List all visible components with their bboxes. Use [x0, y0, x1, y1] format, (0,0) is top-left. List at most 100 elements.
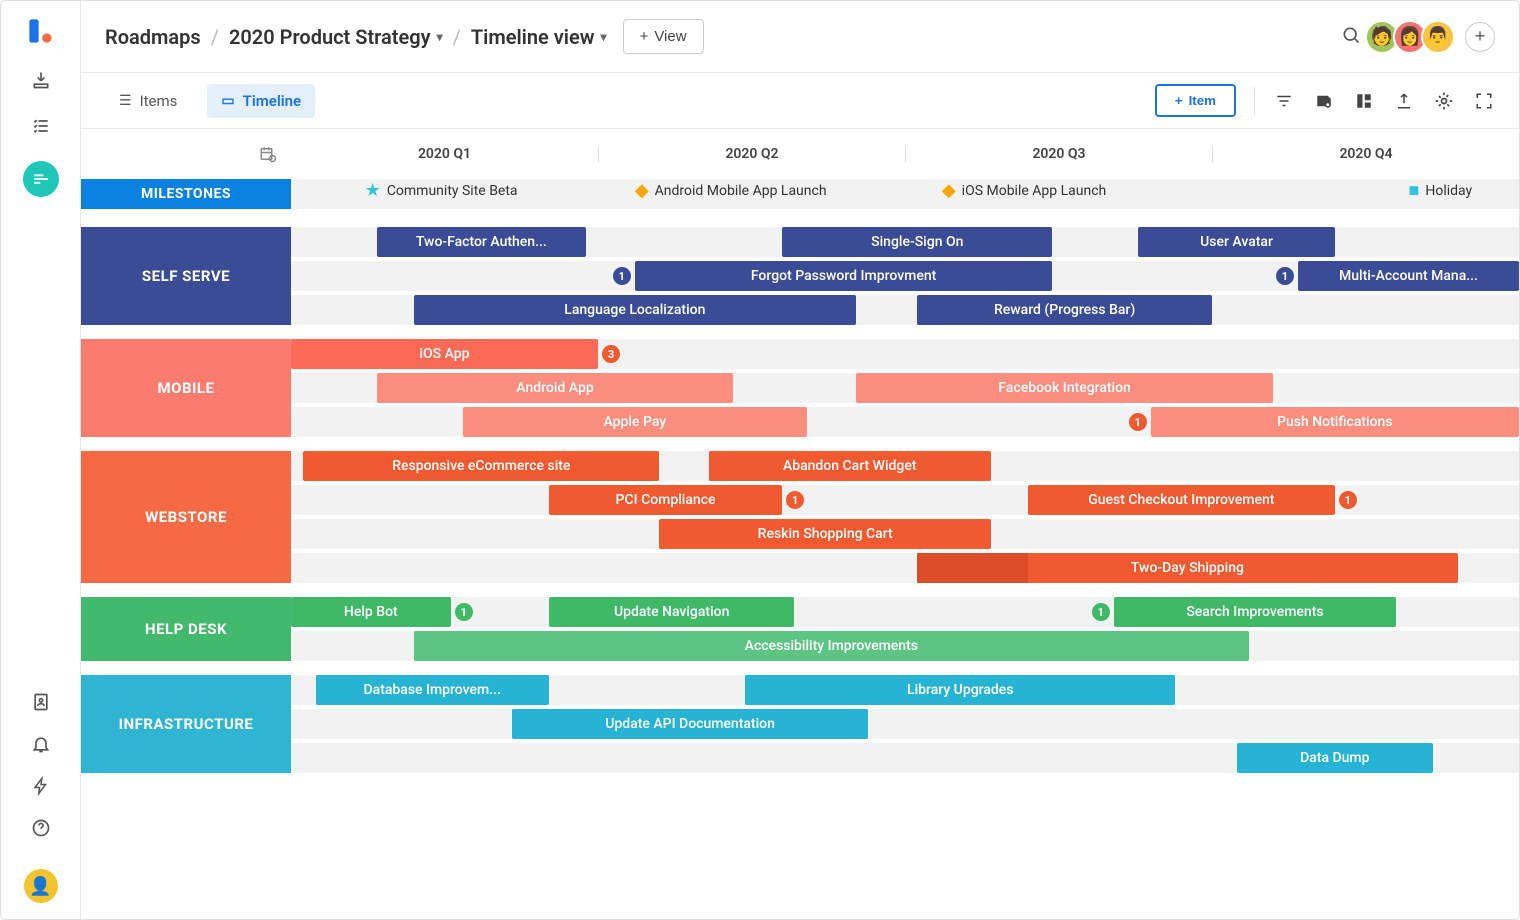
fullscreen-icon[interactable]: [1473, 92, 1495, 110]
timeline-row[interactable]: Data Dump: [291, 743, 1519, 773]
export-icon[interactable]: [1393, 92, 1415, 110]
timeline: 2020 Q12020 Q22020 Q32020 Q4 MILESTONES …: [81, 129, 1519, 773]
dependency-badge[interactable]: 1: [1129, 413, 1147, 431]
collaborator-avatars[interactable]: 🧑 👩 👨: [1371, 20, 1455, 54]
main-panel: Roadmaps / 2020 Product Strategy▾ / Time…: [81, 1, 1519, 919]
timeline-bar[interactable]: Push Notifications: [1151, 407, 1519, 437]
timeline-row[interactable]: Accessibility Improvements: [291, 631, 1519, 661]
breadcrumb-root[interactable]: Roadmaps: [105, 25, 201, 49]
swimlane-label: WEBSTORE: [81, 451, 291, 583]
milestone[interactable]: ◆iOS Mobile App Launch: [942, 182, 1106, 200]
timeline-row[interactable]: iOS App3: [291, 339, 1519, 369]
roadmap-icon[interactable]: [23, 161, 59, 197]
breadcrumb-separator: /: [453, 25, 461, 49]
timeline-row[interactable]: Forgot Password Improvment1Multi-Account…: [291, 261, 1519, 291]
milestone[interactable]: ★Community Site Beta: [365, 182, 518, 200]
timeline-bar[interactable]: Two-Factor Authen...: [377, 227, 586, 257]
breadcrumb-view[interactable]: Timeline view▾: [471, 25, 607, 49]
dependency-badge[interactable]: 1: [455, 603, 473, 621]
timeline-bar[interactable]: Forgot Password Improvment: [635, 261, 1053, 291]
timeline-row[interactable]: Two-Day Shipping: [291, 553, 1519, 583]
timeline-bar[interactable]: Library Upgrades: [745, 675, 1175, 705]
swimlane-body[interactable]: iOS App3Android AppFacebook IntegrationA…: [291, 339, 1519, 437]
tasks-icon[interactable]: [30, 115, 52, 137]
add-collaborator-button[interactable]: +: [1465, 22, 1495, 52]
timeline-bar[interactable]: Search Improvements: [1114, 597, 1396, 627]
swimlane-body[interactable]: Help Bot1Update NavigationSearch Improve…: [291, 597, 1519, 661]
quarter-header: 2020 Q3: [905, 146, 1212, 162]
timeline-bar[interactable]: Reskin Shopping Cart: [659, 519, 991, 549]
swimlane-body[interactable]: Responsive eCommerce site Abandon Cart Wi…: [291, 451, 1519, 583]
view-toolbar: ☰Items ▭Timeline +Item: [81, 73, 1519, 129]
timeline-bar[interactable]: Update API Documentation: [512, 709, 868, 739]
filter-icon[interactable]: [1273, 92, 1295, 110]
timeline-row[interactable]: Apple Pay Push Notifications1: [291, 407, 1519, 437]
notifications-icon[interactable]: [30, 733, 52, 755]
timeline-bar[interactable]: Reward (Progress Bar): [917, 295, 1212, 325]
timeline-row[interactable]: Language Localization Reward (Progress Ba…: [291, 295, 1519, 325]
dependency-badge[interactable]: 1: [786, 491, 804, 509]
milestone[interactable]: ◆Android Mobile App Launch: [635, 182, 827, 200]
contacts-icon[interactable]: [30, 691, 52, 713]
search-icon[interactable]: [1341, 25, 1361, 49]
timeline-bar[interactable]: Update Navigation: [549, 597, 795, 627]
timeline-row[interactable]: Android App Facebook Integration: [291, 373, 1519, 403]
dependency-badge[interactable]: 1: [613, 267, 631, 285]
help-icon[interactable]: [30, 817, 52, 839]
timeline-bar[interactable]: Accessibility Improvements: [414, 631, 1249, 661]
milestones-label: MILESTONES: [81, 179, 291, 209]
activity-icon[interactable]: [30, 775, 52, 797]
timeline-bar[interactable]: Multi-Account Mana...: [1298, 261, 1519, 291]
timeline-bar[interactable]: User Avatar: [1138, 227, 1334, 257]
timeline-row[interactable]: Database Improvem... Library Upgrades: [291, 675, 1519, 705]
inbox-icon[interactable]: [30, 69, 52, 91]
tab-timeline[interactable]: ▭Timeline: [207, 84, 315, 118]
timeline-bar[interactable]: PCI Compliance: [549, 485, 782, 515]
timeline-row[interactable]: Update API Documentation: [291, 709, 1519, 739]
timeline-row[interactable]: Two-Factor Authen... Single-Sign On User A…: [291, 227, 1519, 257]
swimlane-body[interactable]: Two-Factor Authen... Single-Sign On User A…: [291, 227, 1519, 325]
dependency-badge[interactable]: 1: [1276, 267, 1294, 285]
milestones-track[interactable]: ★Community Site Beta ◆Android Mobile App …: [291, 179, 1519, 209]
timeline-bar[interactable]: Abandon Cart Widget: [709, 451, 991, 481]
timeline-scroll[interactable]: 2020 Q12020 Q22020 Q32020 Q4 MILESTONES …: [81, 129, 1519, 919]
date-settings-icon[interactable]: [81, 145, 291, 163]
swimlane-label: HELP DESK: [81, 597, 291, 661]
dependency-badge[interactable]: 1: [1092, 603, 1110, 621]
chevron-down-icon: ▾: [601, 30, 607, 44]
dependency-badge[interactable]: 1: [1339, 491, 1357, 509]
quarter-header: 2020 Q4: [1212, 146, 1519, 162]
swimlane-body[interactable]: Database Improvem... Library Upgrades Upda…: [291, 675, 1519, 773]
add-item-button[interactable]: +Item: [1155, 84, 1236, 117]
timeline-bar[interactable]: Guest Checkout Improvement: [1028, 485, 1335, 515]
timeline-bar[interactable]: Apple Pay: [463, 407, 807, 437]
timeline-bar[interactable]: Data Dump: [1237, 743, 1433, 773]
timeline-bar[interactable]: Single-Sign On: [782, 227, 1052, 257]
diamond-icon: ◆: [635, 182, 649, 200]
breadcrumb-board[interactable]: 2020 Product Strategy▾: [229, 25, 443, 49]
dependency-badge[interactable]: 3: [602, 345, 620, 363]
divider: [1254, 87, 1255, 115]
timeline-bar[interactable]: Language Localization: [414, 295, 856, 325]
timeline-bar[interactable]: Android App: [377, 373, 733, 403]
timeline-row[interactable]: PCI Compliance1Guest Checkout Improvemen…: [291, 485, 1519, 515]
add-view-button[interactable]: +View: [623, 19, 704, 54]
timeline-bar[interactable]: Database Improvem...: [316, 675, 549, 705]
timeline-bar[interactable]: Responsive eCommerce site: [303, 451, 659, 481]
current-user-avatar[interactable]: 👤: [24, 869, 58, 903]
milestone-label: Community Site Beta: [387, 183, 518, 199]
timeline-bar[interactable]: Help Bot: [291, 597, 451, 627]
timeline-bar[interactable]: Facebook Integration: [856, 373, 1274, 403]
timeline-row[interactable]: Reskin Shopping Cart: [291, 519, 1519, 549]
avatar[interactable]: 👨: [1421, 20, 1455, 54]
tab-items[interactable]: ☰Items: [105, 84, 191, 118]
timeline-bar[interactable]: iOS App: [291, 339, 598, 369]
layout-icon[interactable]: [1353, 92, 1375, 110]
settings-icon[interactable]: [1433, 91, 1455, 111]
product-logo[interactable]: [27, 17, 55, 45]
timeline-row[interactable]: Help Bot1Update NavigationSearch Improve…: [291, 597, 1519, 627]
timeline-row[interactable]: Responsive eCommerce site Abandon Cart Wi…: [291, 451, 1519, 481]
milestone[interactable]: ■Holiday: [1408, 182, 1472, 200]
tag-icon[interactable]: [1313, 92, 1335, 110]
list-icon: ☰: [119, 93, 132, 109]
